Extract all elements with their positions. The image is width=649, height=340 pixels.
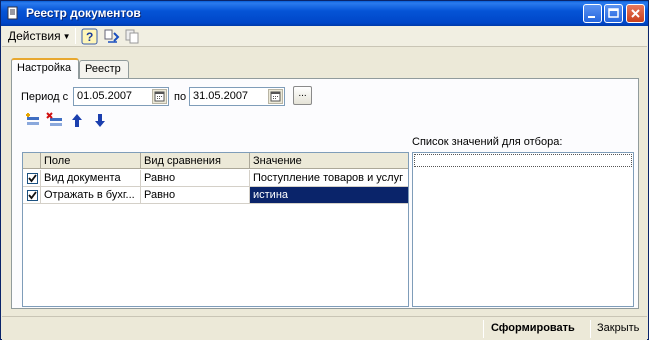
values-list[interactable] [412,152,634,307]
toolbar: Действия ▼ ? [2,26,647,47]
tab-registry-label: Реестр [85,63,121,75]
filter-grid[interactable]: Поле Вид сравнения Значение Вид документ… [22,152,409,307]
table-row[interactable]: Отражать в бухг... Равно истина [23,187,408,204]
row-comparison[interactable]: Равно [141,187,250,203]
row-field[interactable]: Отражать в бухг... [41,187,141,203]
document-icon [6,6,20,20]
period-to-label: по [174,91,187,103]
row-comparison[interactable]: Равно [141,170,250,186]
close-window-button[interactable] [626,4,645,23]
row-checkbox-cell[interactable] [23,170,41,186]
checkbox[interactable] [27,173,38,184]
row-value[interactable]: Поступление товаров и услуг [250,170,408,186]
settings-panel: Период с 01.05.2007 по 31.05.2007 ... По… [11,78,639,309]
row-value-selected[interactable]: истина [250,187,408,203]
grid-header-check [23,153,41,169]
row-checkbox-cell[interactable] [23,187,41,203]
table-row[interactable]: Вид документа Равно Поступление товаров … [23,170,408,187]
column-header-value[interactable]: Значение [250,153,408,169]
period-select-button[interactable]: ... [293,86,312,105]
tab-settings[interactable]: Настройка [11,58,79,79]
toolbar-separator [75,28,76,44]
copy-icon[interactable] [124,28,141,45]
actions-menu[interactable]: Действия ▼ [8,29,71,45]
row-field[interactable]: Вид документа [41,170,141,186]
column-header-comparison[interactable]: Вид сравнения [141,153,250,169]
column-header-field[interactable]: Поле [41,153,141,169]
move-up-icon[interactable] [69,112,86,129]
delete-row-icon[interactable] [46,112,63,129]
tab-registry[interactable]: Реестр [79,60,129,78]
generate-button[interactable]: Сформировать [491,322,575,334]
footer-bar: Сформировать Закрыть [2,316,647,340]
period-from-label: Период с [21,91,69,103]
help-icon[interactable]: ? [81,28,98,45]
checkbox[interactable] [27,190,38,201]
maximize-button[interactable] [604,4,623,23]
period-from-field[interactable]: 01.05.2007 [73,87,169,106]
period-to-field[interactable]: 31.05.2007 [189,87,285,106]
add-row-icon[interactable] [25,112,42,129]
window-title: Реестр документов [26,6,141,20]
period-to-value: 31.05.2007 [193,90,249,102]
svg-text:?: ? [86,30,93,44]
footer-separator [590,320,591,338]
calendar-icon[interactable] [152,89,167,104]
chevron-down-icon: ▼ [62,32,71,41]
title-bar[interactable]: Реестр документов [1,1,648,26]
grid-header: Поле Вид сравнения Значение [23,153,408,169]
tabs-area: Настройка Реестр Период с 01.05.2007 по … [11,56,639,309]
list-focus-item[interactable] [414,154,632,167]
document-registry-window: Реестр документов Действия ▼ ? Настройка… [0,0,649,340]
period-from-value: 01.05.2007 [77,90,133,102]
refresh-icon[interactable] [103,28,120,45]
values-list-label: Список значений для отбора: [412,136,563,148]
close-button[interactable]: Закрыть [597,322,639,334]
actions-menu-label: Действия [8,29,61,43]
footer-separator [483,320,484,338]
minimize-button[interactable] [583,4,602,23]
move-down-icon[interactable] [92,112,109,129]
calendar-icon[interactable] [268,89,283,104]
tab-settings-label: Настройка [17,62,72,74]
